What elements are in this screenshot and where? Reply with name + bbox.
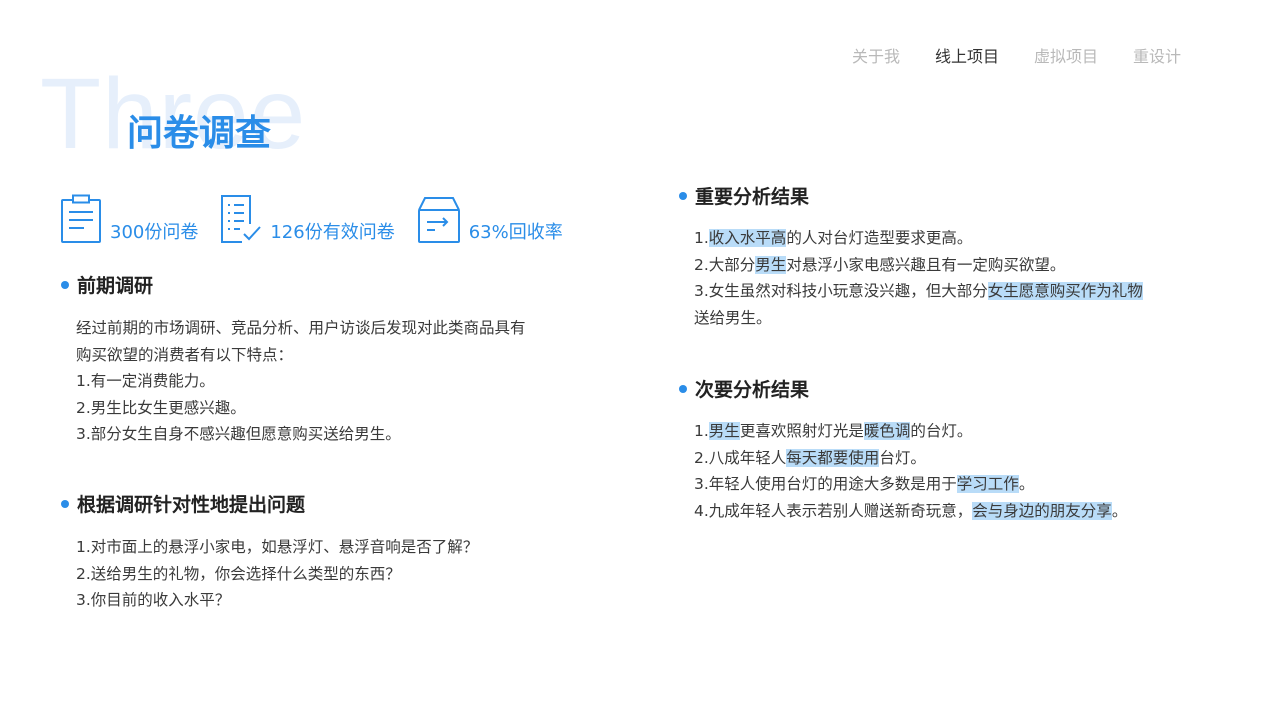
stat-questionnaires-label: 300份问卷 xyxy=(110,222,199,243)
research-body: 经过前期的市场调研、竞品分析、用户访谈后发现对此类商品具有 购买欲望的消费者有以… xyxy=(76,315,526,448)
result-text: 台灯。 xyxy=(879,448,926,467)
page-title: 问卷调查 xyxy=(127,113,272,154)
bullet-dot xyxy=(61,499,69,508)
research-heading-text: 前期调研 xyxy=(77,275,154,297)
question-line: 2.送给男生的礼物，你会选择什么类型的东西？ xyxy=(76,564,401,583)
highlighted-text: 学习工作 xyxy=(956,475,1019,493)
result-text: 4.九成年轻人表示若别人赠送新奇玩意， xyxy=(694,501,973,520)
clipboard-icon xyxy=(60,194,102,244)
primary-results-heading-text: 重要分析结果 xyxy=(695,186,810,208)
nav-item-about[interactable]: 关于我 xyxy=(852,43,900,67)
result-text: 送给男生。 xyxy=(694,308,772,327)
result-text: 的人对台灯造型要求更高。 xyxy=(786,229,973,247)
nav-item-redesign[interactable]: 重设计 xyxy=(1133,43,1181,67)
result-line: 4.九成年轻人表示若别人赠送新奇玩意，会与身边的朋友分享。 xyxy=(694,498,1127,525)
primary-results-heading: 重要分析结果 xyxy=(679,182,809,209)
questions-heading: 根据调研针对性地提出问题 xyxy=(61,490,305,517)
research-line: 1.有一定消费能力。 xyxy=(76,372,215,390)
result-line: 3.女生虽然对科技小玩意没兴趣，但大部分女生愿意购买作为礼物 xyxy=(694,278,1143,305)
result-text: 对悬浮小家电感兴趣且有一定购买欲望。 xyxy=(786,255,1066,274)
stats-row: 300份问卷 126份有效问卷 63%回收率 xyxy=(60,194,585,244)
research-heading: 前期调研 xyxy=(61,271,153,298)
secondary-results-body: 1.男生更喜欢照射灯光是暖色调的台灯。 2.八成年轻人每天都要使用台灯。 3.年… xyxy=(694,418,1127,524)
questions-heading-text: 根据调研针对性地提出问题 xyxy=(77,494,306,516)
research-line: 3.部分女生自身不感兴趣但愿意购买送给男生。 xyxy=(76,425,401,443)
result-text: 1. xyxy=(694,229,709,247)
result-line: 3.年轻人使用台灯的用途大多数是用于学习工作。 xyxy=(694,471,1127,498)
secondary-results-heading: 次要分析结果 xyxy=(679,375,809,402)
nav-item-virtual-projects[interactable]: 虚拟项目 xyxy=(1034,43,1098,67)
highlighted-text: 会与身边的朋友分享 xyxy=(972,501,1112,520)
result-line: 1.男生更喜欢照射灯光是暖色调的台灯。 xyxy=(694,418,1127,445)
bullet-dot xyxy=(61,280,69,289)
secondary-results-heading-text: 次要分析结果 xyxy=(695,379,810,401)
stat-return-rate-label: 63%回收率 xyxy=(468,222,563,243)
top-nav: 关于我 线上项目 虚拟项目 重设计 xyxy=(852,43,1216,67)
research-line: 经过前期的市场调研、竞品分析、用户访谈后发现对此类商品具有 xyxy=(76,319,526,337)
result-text: 的台灯。 xyxy=(910,422,973,440)
result-line: 送给男生。 xyxy=(694,305,1143,332)
checklist-icon xyxy=(220,194,262,244)
bullet-dot xyxy=(679,191,687,200)
question-line: 3.你目前的收入水平？ xyxy=(76,591,231,609)
result-text: 3.女生虽然对科技小玩意没兴趣，但大部分 xyxy=(694,282,988,300)
result-text: 。 xyxy=(1111,501,1128,520)
result-text: 3.年轻人使用台灯的用途大多数是用于 xyxy=(694,475,957,493)
return-box-icon xyxy=(417,196,461,244)
stat-valid-questionnaires: 126份有效问卷 xyxy=(220,194,395,244)
primary-results-body: 1.收入水平高的人对台灯造型要求更高。 2.大部分男生对悬浮小家电感兴趣且有一定… xyxy=(694,225,1143,331)
highlighted-text: 女生愿意购买作为礼物 xyxy=(987,282,1143,300)
highlighted-text: 男生 xyxy=(708,422,740,440)
question-line: 1.对市面上的悬浮小家电，如悬浮灯、悬浮音响是否了解？ xyxy=(76,538,479,556)
bullet-dot xyxy=(679,384,687,393)
result-text: 2.大部分 xyxy=(694,255,756,274)
highlighted-text: 收入水平高 xyxy=(708,229,787,247)
highlighted-text: 男生 xyxy=(755,255,787,274)
result-text: 。 xyxy=(1018,475,1035,493)
result-text: 2.八成年轻人 xyxy=(694,448,787,467)
result-line: 1.收入水平高的人对台灯造型要求更高。 xyxy=(694,225,1143,252)
stat-return-rate: 63%回收率 xyxy=(417,196,563,244)
result-text: 更喜欢照射灯光是 xyxy=(739,422,864,440)
research-line: 2.男生比女生更感兴趣。 xyxy=(76,398,246,417)
nav-item-online-projects[interactable]: 线上项目 xyxy=(935,43,999,67)
result-line: 2.八成年轻人每天都要使用台灯。 xyxy=(694,445,1127,472)
highlighted-text: 每天都要使用 xyxy=(786,448,880,467)
result-text: 1. xyxy=(694,422,709,440)
questions-body: 1.对市面上的悬浮小家电，如悬浮灯、悬浮音响是否了解？ 2.送给男生的礼物，你会… xyxy=(76,534,478,614)
result-line: 2.大部分男生对悬浮小家电感兴趣且有一定购买欲望。 xyxy=(694,252,1143,279)
highlighted-text: 暖色调 xyxy=(863,422,911,440)
stat-questionnaires: 300份问卷 xyxy=(60,194,198,244)
stat-valid-questionnaires-label: 126份有效问卷 xyxy=(270,222,395,243)
research-line: 购买欲望的消费者有以下特点： xyxy=(76,345,294,364)
